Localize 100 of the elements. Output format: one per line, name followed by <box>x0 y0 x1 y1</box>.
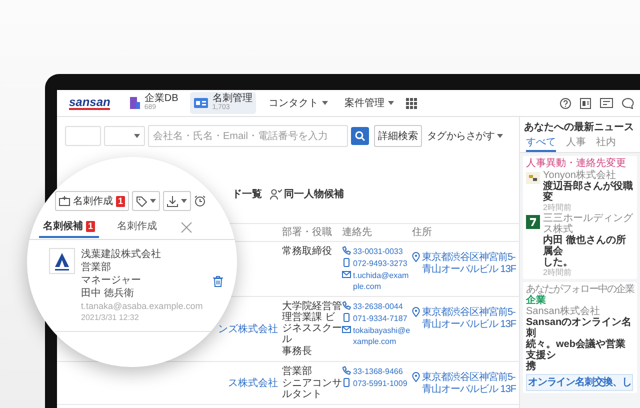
department: 大学院経営管理営業課 ビジネススクール <box>282 301 342 345</box>
address-line: 青山オーバルビル 13F <box>422 384 516 395</box>
timestamp: 2時間前 <box>543 203 572 212</box>
news-headline[interactable]: 内田 徹也さんの所属会 <box>543 235 634 257</box>
nav-label: 名刺管理 <box>212 94 252 104</box>
company-logo-icon <box>526 215 540 229</box>
phone-link[interactable]: 33-1368-9466 <box>353 366 403 377</box>
caret-icon <box>388 101 394 105</box>
create-card-button[interactable]: 名刺作成 1 <box>55 191 130 211</box>
news-banner: オンライン名刺交換、し <box>526 374 634 391</box>
caret-icon <box>322 101 328 105</box>
address-line: 東京都渋谷区神宮前5- <box>422 307 516 318</box>
news-headline[interactable]: Sansanのオンライン名刺 <box>526 317 634 339</box>
tag-menu[interactable]: タグからさがす <box>427 129 495 143</box>
mobile-icon <box>342 313 351 322</box>
mobile-icon <box>342 258 351 267</box>
detail-search-button[interactable]: 詳細検索 <box>374 125 422 147</box>
news-tab[interactable]: 社内 <box>596 137 616 152</box>
mail-icon <box>342 270 351 279</box>
location-pin-icon <box>412 372 420 382</box>
contacts-icon[interactable] <box>580 98 591 108</box>
building-icon <box>130 97 140 109</box>
job-title: マネージャー <box>81 274 142 287</box>
phone-link[interactable]: 071-9334-7187 <box>353 313 408 324</box>
search-field[interactable]: 会社名・氏名・Email・電話番号を入力 <box>148 125 348 147</box>
card-icon[interactable] <box>600 98 613 108</box>
caret-icon <box>496 134 503 138</box>
toolbar-link[interactable]: ド一覧 <box>232 187 262 201</box>
company-logo-icon <box>526 172 540 184</box>
caret-icon <box>134 134 140 138</box>
department: 営業部 <box>282 366 313 377</box>
email-link[interactable]: t.uchida@example.com <box>353 270 412 292</box>
nav-menu[interactable]: コンタクト <box>264 94 332 112</box>
card-icon <box>194 98 208 108</box>
mobile-icon <box>342 378 351 387</box>
email-link[interactable]: tokaibayashi@example.com <box>353 325 412 347</box>
job-title: 事務長 <box>282 346 313 357</box>
card-add-icon <box>59 196 70 206</box>
column-header: 住所 <box>412 227 433 238</box>
caret-icon <box>150 199 156 203</box>
phone-icon <box>342 246 351 255</box>
phone-link[interactable]: 33-2638-0044 <box>353 301 403 312</box>
address-line: 青山オーバルビル 13F <box>422 264 516 275</box>
news-headline[interactable]: 渡辺吾郎さんが役職変 <box>543 181 634 203</box>
job-title: シニアコンサルタント <box>282 378 342 400</box>
panel-title: あなたへの最新ニュース <box>520 117 640 136</box>
news-tab[interactable]: すべて <box>526 137 556 152</box>
chat-icon[interactable] <box>622 98 634 108</box>
panel-tab[interactable]: 名刺作成 <box>113 216 162 238</box>
count-badge: 1 <box>86 220 96 232</box>
column-header: 連絡先 <box>342 227 373 238</box>
email: t.tanaka@asaba.example.com <box>81 300 203 312</box>
company-name: Sansan株式会社 <box>526 306 601 317</box>
download-dropdown[interactable] <box>163 191 192 211</box>
news-headline[interactable]: 続々。web会議や営業支援シ <box>526 339 634 361</box>
location-pin-icon <box>412 252 420 262</box>
person-name: 田中 徳兵衛 <box>81 287 135 300</box>
section-label: あなたがフォロー中の企業 <box>526 284 634 295</box>
phone-link[interactable]: 072-9493-3273 <box>353 258 408 269</box>
download-icon <box>167 196 178 206</box>
nav-label: 案件管理 <box>344 96 384 110</box>
company-link[interactable]: ンズ株式会社 <box>218 324 278 334</box>
phone-link[interactable]: 073-5991-1009 <box>353 378 408 389</box>
phone-icon <box>342 301 351 310</box>
tag-dropdown[interactable] <box>132 191 160 211</box>
mail-icon <box>342 325 351 334</box>
company-link[interactable]: ス株式会社 <box>228 378 278 388</box>
address-line: 東京都渋谷区神宮前5- <box>422 252 516 263</box>
company-name: 浅葉建設株式会社 <box>81 248 162 261</box>
timestamp: 2021/3/31 12:32 <box>81 312 140 323</box>
phone-link[interactable]: 33-0031-0033 <box>353 246 403 257</box>
caret-icon <box>181 199 188 203</box>
category-label: 人事異動・連絡先変更 <box>526 158 627 169</box>
company-name: Yonyon株式会社 <box>543 170 616 181</box>
news-headline[interactable]: した。 <box>543 257 634 268</box>
close-icon[interactable] <box>181 222 192 232</box>
nav-label: 企業DB <box>144 94 178 104</box>
search-button[interactable] <box>351 127 369 145</box>
location-pin-icon <box>412 307 420 317</box>
category-label: 企業 <box>526 295 547 306</box>
apps-grid-icon[interactable] <box>406 98 418 108</box>
logo[interactable]: sansan <box>69 96 110 110</box>
column-header: 部署・役職 <box>282 227 333 238</box>
department: 営業部 <box>81 261 112 274</box>
trash-icon[interactable] <box>212 276 223 287</box>
panel-tab[interactable]: 名刺候補 1 <box>39 216 100 238</box>
address-line: 東京都渋谷区神宮前5- <box>422 372 516 383</box>
people-icon <box>270 188 282 200</box>
company-logo-icon <box>49 248 75 274</box>
nav-label: コンタクト <box>268 97 318 110</box>
job-title: 常務取締役 <box>282 246 333 257</box>
news-headline[interactable]: 携 <box>526 361 634 372</box>
help-icon[interactable] <box>560 98 571 108</box>
phone-icon <box>342 366 351 375</box>
search-icon <box>355 131 365 141</box>
nav-menu[interactable]: 案件管理 <box>340 94 398 112</box>
alarm-clock-icon[interactable] <box>194 195 206 207</box>
tag-icon <box>136 196 148 206</box>
news-tab[interactable]: 人事 <box>566 137 586 152</box>
toolbar-link[interactable]: 同一人物候補 <box>284 187 344 201</box>
